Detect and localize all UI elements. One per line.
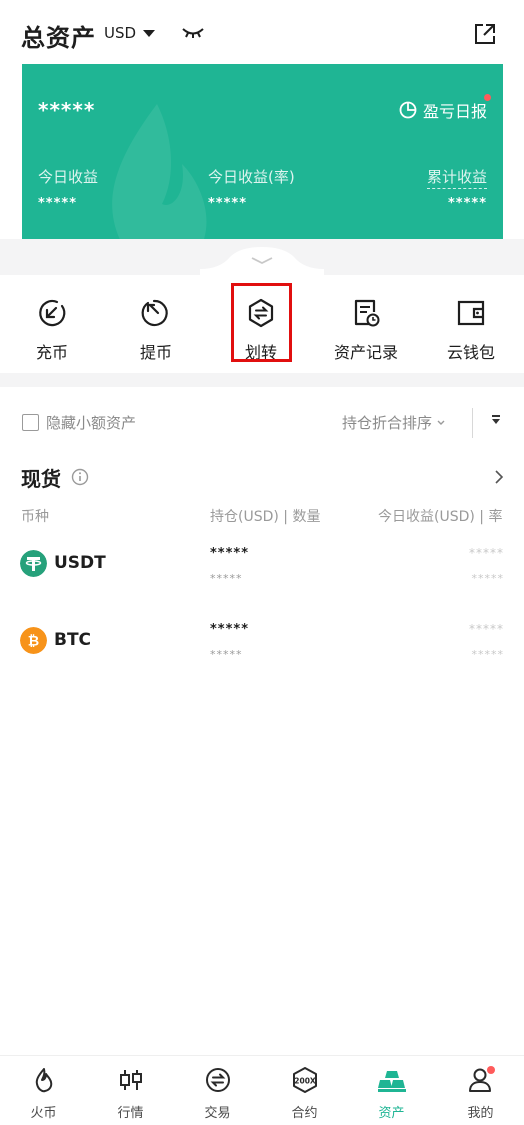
today-pnl: ***** — [469, 622, 504, 636]
currency-label: USD — [104, 24, 137, 42]
records-button[interactable]: 资产记录 — [314, 275, 418, 373]
records-icon — [354, 299, 380, 327]
header: 总资产 USD — [0, 0, 524, 64]
nav-item-contract[interactable]: 200X 合约 — [261, 1056, 348, 1125]
col-header-holdings: 持仓(USD) | 数量 — [210, 509, 321, 525]
coin-name: BTC — [54, 630, 92, 650]
deposit-icon — [39, 299, 66, 327]
cumulative-pnl-value: ***** — [448, 196, 487, 211]
hide-small-label[interactable]: 隐藏小额资产 — [46, 412, 136, 433]
records-label: 资产记录 — [333, 343, 398, 362]
withdraw-button[interactable]: 提币 — [104, 275, 208, 373]
pnl-report-label: 盈亏日报 — [422, 102, 487, 121]
pnl-report-button[interactable]: 盈亏日报 — [399, 94, 491, 122]
deposit-button[interactable]: 充币 — [0, 275, 104, 373]
deposit-label: 充币 — [35, 343, 68, 362]
currency-selector[interactable]: USD — [104, 24, 156, 42]
card-collapse-strip — [0, 239, 524, 275]
nav-label: 合约 — [291, 1106, 318, 1121]
highlight-box — [231, 283, 292, 362]
nav-label: 行情 — [117, 1106, 144, 1121]
nav-item-trade[interactable]: 交易 — [174, 1056, 261, 1125]
nav-item-market[interactable]: 行情 — [87, 1056, 174, 1125]
eye-closed-icon[interactable] — [180, 24, 206, 42]
sort-dropdown[interactable]: 持仓折合排序 — [342, 412, 446, 433]
today-pnl-rate: ***** — [471, 572, 504, 585]
chevron-down-icon — [437, 420, 445, 425]
withdraw-icon — [141, 299, 168, 327]
btc-logo-icon: ₿ — [20, 627, 47, 654]
bottom-nav: 火币 行情 交易 200X 合约 资产 我的 — [0, 1055, 524, 1125]
filter-bar: 隐藏小额资产 持仓折合排序 — [0, 398, 524, 448]
candlestick-icon — [119, 1070, 142, 1090]
external-link-icon[interactable] — [472, 21, 498, 47]
svg-text:200X: 200X — [294, 1077, 316, 1086]
hide-small-checkbox[interactable] — [22, 414, 39, 431]
asset-row-usdt[interactable]: USDT ***** ***** ***** ***** — [0, 530, 524, 600]
page-title: 总资产 — [21, 24, 96, 52]
chevron-right-icon[interactable] — [494, 470, 504, 484]
cloud-wallet-button[interactable]: 云钱包 — [419, 275, 523, 373]
nav-label: 我的 — [467, 1106, 494, 1121]
spot-section-title: 现货 — [21, 467, 61, 491]
usdt-logo-icon — [20, 550, 47, 577]
holding-qty: ***** — [210, 648, 243, 661]
col-header-pnl: 今日收益(USD) | 率 — [378, 509, 503, 525]
collapse-tab[interactable] — [200, 239, 324, 275]
holding-qty: ***** — [210, 572, 243, 585]
caret-down-icon — [143, 30, 156, 37]
asset-row-btc[interactable]: ₿ BTC ***** ***** ***** ***** — [0, 606, 524, 676]
total-assets-value: ***** — [38, 98, 96, 122]
sort-label: 持仓折合排序 — [342, 414, 433, 432]
nav-label: 交易 — [204, 1106, 231, 1121]
nav-label: 资产 — [378, 1106, 405, 1121]
nav-item-home[interactable]: 火币 — [0, 1056, 87, 1125]
today-pnl: ***** — [469, 546, 504, 560]
divider — [472, 408, 473, 438]
info-icon[interactable] — [71, 468, 89, 486]
cumulative-pnl-label[interactable]: 累计收益 — [426, 166, 487, 189]
today-pnl-rate-label: 今日收益(率) — [208, 168, 295, 186]
asset-summary-card: ***** 盈亏日报 今日收益 ***** 今日收益(率) ***** 累计收益… — [22, 64, 503, 239]
col-header-coin: 币种 — [21, 509, 49, 525]
holding-usd: ***** — [210, 622, 249, 637]
today-pnl-rate: ***** — [471, 648, 504, 661]
section-separator — [0, 373, 524, 387]
contract-icon: 200X — [292, 1067, 317, 1093]
notification-dot — [484, 94, 491, 101]
nav-item-assets[interactable]: 资产 — [348, 1056, 435, 1125]
nav-label: 火币 — [30, 1106, 57, 1121]
flame-icon — [35, 1068, 52, 1093]
nav-item-profile[interactable]: 我的 — [437, 1056, 524, 1125]
wallet-icon — [457, 300, 485, 326]
notification-dot — [487, 1066, 495, 1074]
today-pnl-rate-value: ***** — [208, 196, 247, 211]
holding-usd: ***** — [210, 546, 249, 561]
assets-icon — [377, 1071, 406, 1092]
today-pnl-label: 今日收益 — [38, 168, 99, 186]
pie-chart-icon — [399, 101, 417, 119]
today-pnl-value: ***** — [38, 196, 77, 211]
expand-caret-icon[interactable] — [492, 419, 500, 424]
coin-name: USDT — [54, 553, 106, 573]
collapse-line-icon — [492, 415, 500, 417]
withdraw-label: 提币 — [139, 343, 172, 362]
exchange-icon — [205, 1068, 230, 1092]
cloud-wallet-label: 云钱包 — [446, 343, 495, 362]
svg-text:₿: ₿ — [28, 634, 39, 650]
